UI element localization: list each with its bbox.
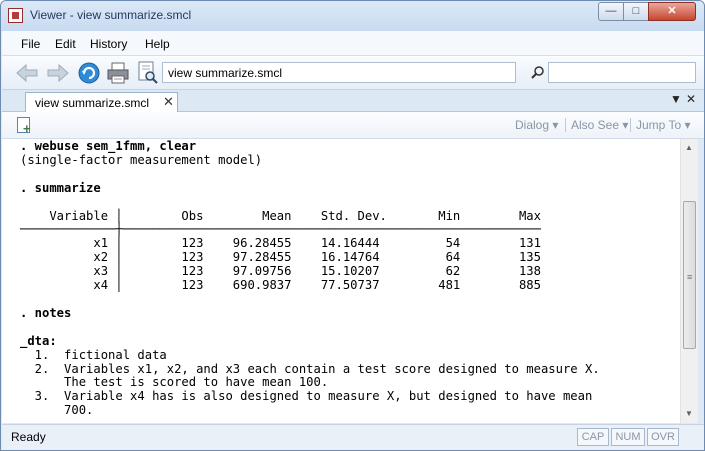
results-line: . notes <box>20 305 72 320</box>
viewer-command-bar: + Dialog ▾ Also See ▾ Jump To ▾ <box>2 112 704 139</box>
viewer-command-text: view summarize.smcl <box>168 66 283 80</box>
results-line: x1 │ 123 96.28455 14.16444 54 131 <box>20 236 541 251</box>
results-line: . webuse sem_1fmm, clear <box>20 139 197 153</box>
results-pane[interactable]: . webuse sem_1fmm, clear (single-factor … <box>2 139 680 423</box>
stata-app-icon <box>8 8 23 23</box>
close-window-button[interactable]: ✕ <box>648 2 696 21</box>
viewer-window: Viewer - view summarize.smcl — □ ✕ File … <box>0 0 705 451</box>
menu-file[interactable]: File <box>21 37 40 51</box>
results-text: . webuse sem_1fmm, clear (single-factor … <box>20 139 600 418</box>
results-line: 3. Variable x4 has is also designed to m… <box>20 389 593 404</box>
status-text: Ready <box>11 430 46 444</box>
results-line: Variable │ Obs Mean Std. Dev. Min Max <box>20 208 541 223</box>
tab-label: view summarize.smcl <box>35 96 150 110</box>
vertical-scrollbar[interactable]: ▲ ≡ ▼ <box>680 139 698 423</box>
refresh-icon[interactable] <box>77 61 101 88</box>
scroll-down-icon[interactable]: ▼ <box>685 409 693 418</box>
results-line: 2. Variables x1, x2, and x3 each contain… <box>20 361 600 376</box>
menu-bar: File Edit History Help <box>2 31 704 56</box>
find-input[interactable] <box>548 62 696 83</box>
results-line: _dta: <box>20 333 57 348</box>
scrollbar-grip-icon: ≡ <box>687 272 693 282</box>
minimize-button[interactable]: — <box>598 2 624 21</box>
tab-view-summarize[interactable]: view summarize.smcl ✕ <box>25 92 178 113</box>
viewer-command-input[interactable]: view summarize.smcl <box>162 62 516 83</box>
scroll-up-icon[interactable]: ▲ <box>685 143 693 152</box>
overwrite-indicator: OVR <box>647 428 679 446</box>
menu-history[interactable]: History <box>90 37 127 51</box>
title-bar: Viewer - view summarize.smcl — □ ✕ <box>1 1 704 31</box>
status-bar: Ready CAP NUM OVR <box>2 424 704 450</box>
results-line: 700. <box>20 403 94 418</box>
scrollbar-thumb[interactable]: ≡ <box>683 201 696 349</box>
dialog-dropdown[interactable]: Dialog ▾ <box>515 118 558 132</box>
toolbar: view summarize.smcl <box>2 56 704 90</box>
menu-help[interactable]: Help <box>145 37 170 51</box>
plus-icon: + <box>23 121 31 136</box>
results-line: x3 │ 123 97.09756 15.10207 62 138 <box>20 264 541 279</box>
print-icon[interactable] <box>106 62 130 87</box>
separator <box>565 118 566 132</box>
caps-lock-indicator: CAP <box>577 428 609 446</box>
find-icon[interactable] <box>531 66 545 83</box>
back-arrow-icon[interactable] <box>15 62 39 87</box>
results-line: 1. fictional data <box>20 347 167 362</box>
forward-arrow-icon[interactable] <box>46 62 70 87</box>
also-see-dropdown[interactable]: Also See ▾ <box>571 118 628 132</box>
tab-strip: view summarize.smcl ✕ ▼ ✕ <box>2 90 704 113</box>
results-line: x2 │ 123 97.28455 16.14764 64 135 <box>20 250 541 265</box>
num-lock-indicator: NUM <box>611 428 645 446</box>
search-document-icon[interactable] <box>137 61 159 88</box>
separator <box>630 118 631 132</box>
close-all-tabs-icon[interactable]: ✕ <box>686 92 696 106</box>
results-line: (single-factor measurement model) <box>20 152 263 167</box>
results-line: . summarize <box>20 180 101 195</box>
tab-close-icon[interactable]: ✕ <box>163 94 174 110</box>
jump-to-dropdown[interactable]: Jump To ▾ <box>636 118 691 132</box>
results-line: ─────────────┼──────────────────────────… <box>20 222 541 237</box>
window-title: Viewer - view summarize.smcl <box>30 8 192 22</box>
tab-list-dropdown-icon[interactable]: ▼ <box>670 92 682 106</box>
results-line: x4 │ 123 690.9837 77.50737 481 885 <box>20 278 541 293</box>
maximize-button[interactable]: □ <box>623 2 649 21</box>
menu-edit[interactable]: Edit <box>55 37 76 51</box>
results-line: The test is scored to have mean 100. <box>20 375 329 390</box>
